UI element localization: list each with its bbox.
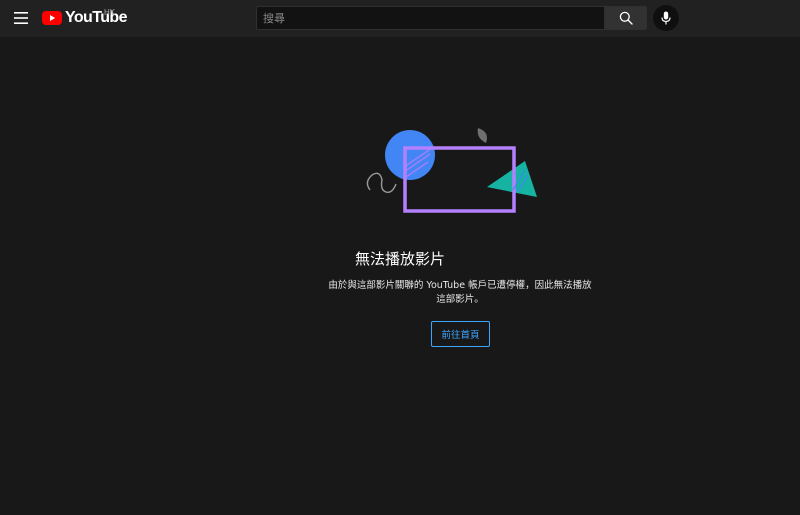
voice-search-button[interactable] bbox=[653, 5, 679, 31]
teal-triangle-shape bbox=[487, 161, 537, 197]
logo-text: YouTube bbox=[65, 9, 127, 26]
error-message: 由於與這部影片關聯的 YouTube 帳戶已遭停權，因此無法播放這部影片。 bbox=[328, 280, 592, 305]
search-button[interactable] bbox=[605, 6, 647, 30]
search-box bbox=[256, 6, 605, 30]
search-icon bbox=[619, 11, 633, 25]
youtube-play-icon bbox=[42, 11, 62, 25]
error-title: 無法播放影片 bbox=[354, 250, 445, 268]
search-input[interactable] bbox=[257, 7, 604, 29]
menu-button[interactable] bbox=[9, 6, 33, 30]
gray-leaf-shape bbox=[477, 128, 487, 143]
hamburger-menu-icon bbox=[14, 12, 28, 24]
logo-region-code: HK bbox=[104, 8, 116, 17]
top-header: YouTube HK bbox=[0, 0, 800, 37]
squiggle-shape bbox=[366, 172, 397, 194]
error-illustration bbox=[366, 128, 537, 213]
microphone-icon bbox=[661, 11, 671, 25]
go-home-button[interactable]: 前往首頁 bbox=[431, 321, 490, 347]
